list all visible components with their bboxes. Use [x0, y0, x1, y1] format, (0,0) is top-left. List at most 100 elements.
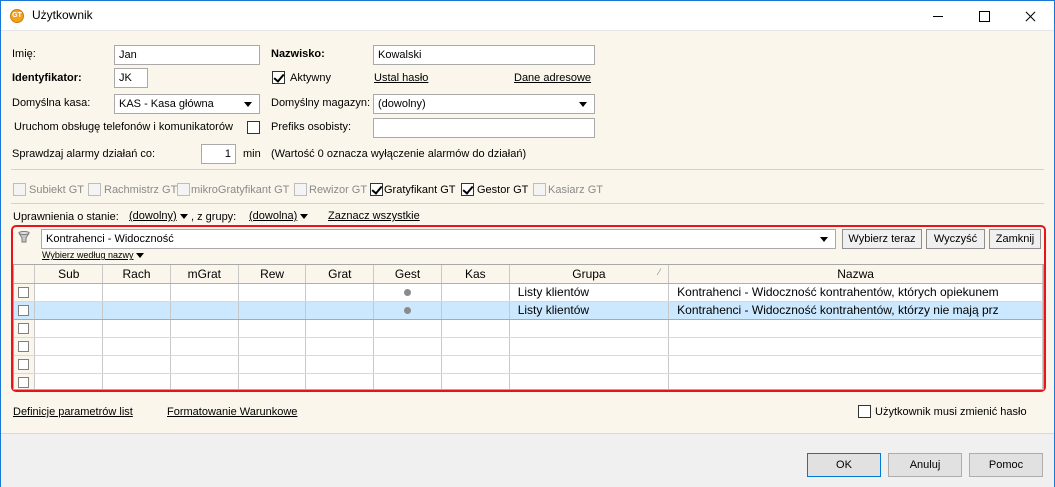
table-row[interactable]: Listy klientów Kontrahenci - Widoczność … [14, 283, 1043, 302]
filter-select[interactable]: Kontrahenci - Widoczność [41, 229, 836, 249]
table-row-selected[interactable]: Listy klientów Kontrahenci - Widoczność … [14, 300, 1043, 320]
cell-sub[interactable] [34, 283, 104, 302]
grid-header-row: Sub Rach mGrat Rew Grat Gest Kas Grupa ⁄… [14, 265, 1043, 284]
magazyn-select-value: (dowolny) [378, 98, 426, 110]
imie-input[interactable]: Jan [114, 45, 260, 65]
chevron-down-icon [244, 102, 252, 107]
cell-gest[interactable] [373, 283, 442, 302]
title-bar[interactable]: GT Użytkownik [1, 1, 1054, 31]
module-gestor-label: Gestor GT [477, 184, 529, 196]
divider [11, 203, 1044, 204]
row-checkbox[interactable] [18, 376, 29, 388]
module-rewizor-checkbox[interactable] [294, 183, 307, 196]
cell-sub[interactable] [34, 300, 104, 320]
row-checkbox-cell[interactable] [14, 337, 36, 356]
wyczysc-button[interactable]: Wyczyść [926, 229, 985, 249]
ustal-haslo-link[interactable]: Ustal hasło [374, 72, 428, 84]
cell-gest[interactable] [373, 300, 442, 320]
cell-kas[interactable] [441, 283, 510, 302]
wybierz-teraz-button[interactable]: Wybierz teraz [842, 229, 922, 249]
column-header-rew[interactable]: Rew [238, 265, 307, 284]
module-gestor-checkbox[interactable] [461, 183, 474, 196]
definicje-parametrow-link[interactable]: Definicje parametrów list [13, 406, 133, 418]
wybierz-wedlug-nazwy-dropdown[interactable]: Wybierz według nazwy [42, 250, 145, 260]
row-checkbox-cell[interactable] [14, 355, 36, 374]
stan-dropdown[interactable]: (dowolny) [129, 210, 188, 222]
module-kasiarz-checkbox[interactable] [533, 183, 546, 196]
cell-kas[interactable] [441, 300, 510, 320]
cell-mgrat[interactable] [170, 283, 239, 302]
table-row-empty[interactable] [14, 337, 1043, 356]
filter-icon[interactable] [17, 230, 31, 244]
module-rachmistrz-checkbox[interactable] [88, 183, 101, 196]
column-header-kas[interactable]: Kas [441, 265, 510, 284]
row-checkbox[interactable] [18, 340, 29, 352]
maximize-icon[interactable] [961, 1, 1007, 31]
table-row-empty[interactable] [14, 319, 1043, 338]
cell-grupa[interactable]: Listy klientów [509, 300, 670, 320]
alarm-unit: min [243, 148, 261, 160]
row-checkbox[interactable] [18, 358, 29, 370]
row-checkbox-cell[interactable] [14, 373, 36, 389]
dane-adresowe-link[interactable]: Dane adresowe [514, 72, 591, 84]
ok-button[interactable]: OK [807, 453, 881, 477]
stan-label: Uprawnienia o stanie: [13, 211, 119, 223]
kasa-select[interactable]: KAS - Kasa główna [114, 94, 260, 114]
alarm-interval-input[interactable]: 1 [201, 144, 236, 164]
help-button[interactable]: Pomoc [969, 453, 1043, 477]
minimize-icon[interactable] [915, 1, 961, 31]
grid-corner-header [14, 265, 36, 284]
table-row-empty[interactable] [14, 373, 1043, 389]
row-checkbox-cell[interactable] [14, 300, 36, 320]
cell-nazwa[interactable]: Kontrahenci - Widoczność kontrahentów, k… [668, 283, 1043, 302]
prefiks-input[interactable] [373, 118, 595, 138]
column-header-nazwa[interactable]: Nazwa [668, 265, 1043, 284]
chevron-down-icon [820, 237, 828, 242]
cancel-button[interactable]: Anuluj [888, 453, 962, 477]
row-checkbox-cell[interactable] [14, 319, 36, 338]
module-gratyfikant-checkbox[interactable] [370, 183, 383, 196]
formatowanie-warunkowe-link[interactable]: Formatowanie Warunkowe [167, 406, 297, 418]
cell-nazwa[interactable]: Kontrahenci - Widoczność kontrahentów, k… [668, 300, 1043, 320]
nazwisko-input[interactable]: Kowalski [373, 45, 595, 65]
module-subiekt-label: Subiekt GT [29, 184, 85, 196]
cell-grat[interactable] [305, 300, 375, 320]
module-mikrogratyfikant-checkbox[interactable] [177, 183, 190, 196]
magazyn-label: Domyślny magazyn: [271, 97, 371, 109]
column-header-gest[interactable]: Gest [373, 265, 442, 284]
zaznacz-wszystkie-link[interactable]: Zaznacz wszystkie [328, 210, 420, 222]
column-header-sub[interactable]: Sub [34, 265, 104, 284]
button-bar: OK Anuluj Pomoc [1, 433, 1054, 487]
telefon-checkbox[interactable] [247, 121, 260, 134]
column-header-grat[interactable]: Grat [305, 265, 375, 284]
must-change-password-checkbox[interactable] [858, 405, 871, 418]
row-checkbox[interactable] [18, 304, 29, 316]
permission-dot-icon [404, 307, 412, 314]
alarm-label: Sprawdzaj alarmy działań co: [12, 148, 156, 160]
magazyn-select[interactable]: (dowolny) [373, 94, 595, 114]
identyfikator-label: Identyfikator: [12, 72, 82, 84]
cell-rew[interactable] [238, 283, 307, 302]
cell-rach[interactable] [102, 283, 171, 302]
zamknij-button[interactable]: Zamknij [989, 229, 1041, 249]
cell-grupa[interactable]: Listy klientów [509, 283, 670, 302]
cell-grat[interactable] [305, 283, 375, 302]
close-icon[interactable] [1007, 1, 1053, 31]
cell-rach[interactable] [102, 300, 171, 320]
row-checkbox[interactable] [18, 322, 29, 334]
column-header-grupa[interactable]: Grupa ⁄ [509, 265, 670, 284]
identyfikator-input[interactable]: JK [114, 68, 148, 88]
cell-mgrat[interactable] [170, 300, 239, 320]
telefon-label: Uruchom obsługę telefonów i komunikatoró… [14, 121, 233, 133]
row-checkbox-cell[interactable] [14, 283, 36, 302]
grupa-label: , z grupy: [191, 211, 237, 223]
filter-select-value: Kontrahenci - Widoczność [46, 233, 174, 245]
aktywny-checkbox[interactable] [272, 71, 285, 84]
module-subiekt-checkbox[interactable] [13, 183, 26, 196]
row-checkbox[interactable] [18, 286, 29, 298]
grupa-dropdown[interactable]: (dowolna) [249, 210, 309, 222]
cell-rew[interactable] [238, 300, 307, 320]
table-row-empty[interactable] [14, 355, 1043, 374]
column-header-mgrat[interactable]: mGrat [170, 265, 239, 284]
column-header-rach[interactable]: Rach [102, 265, 171, 284]
